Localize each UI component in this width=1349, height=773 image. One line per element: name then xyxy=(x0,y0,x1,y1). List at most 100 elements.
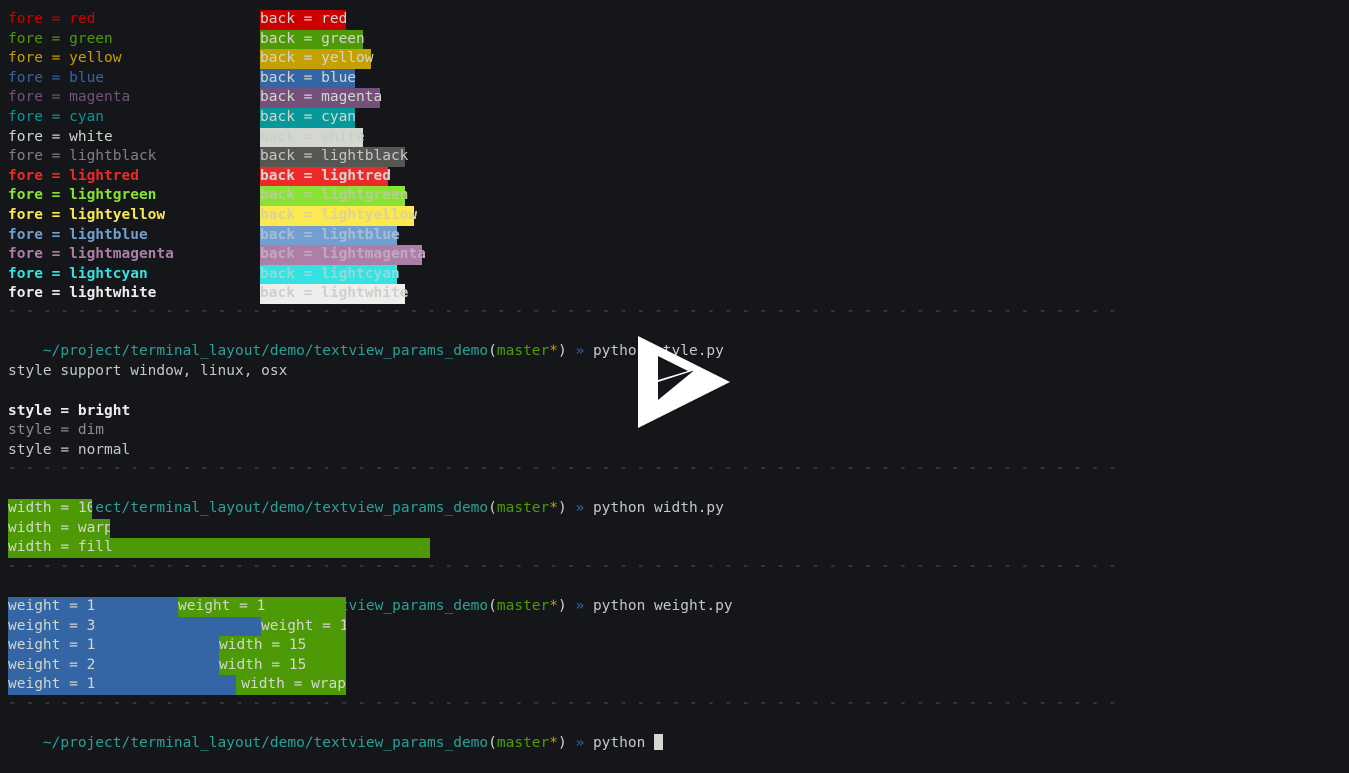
prompt-paren-close: ) xyxy=(558,499,567,516)
back-color-label: back = blue xyxy=(260,68,356,89)
prompt-paren-close: ) xyxy=(558,597,567,614)
weight-demo-right-block: width = 15 xyxy=(219,655,346,676)
prompt-dirty-marker: * xyxy=(549,734,558,751)
prompt-paren-open: ( xyxy=(488,597,497,614)
separator-line-2: - - - - - - - - - - - - - - - - - - - - … xyxy=(8,460,1117,476)
prompt-arrow: » xyxy=(575,597,585,614)
prompt-branch: master xyxy=(496,499,550,516)
prompt-dirty-marker: * xyxy=(549,597,558,614)
prompt-path: ~/project/terminal_layout/demo/textview_… xyxy=(42,499,489,516)
prompt-line-current[interactable]: ~/project/terminal_layout/demo/textview_… xyxy=(8,714,664,751)
back-color-label: back = white xyxy=(260,127,365,148)
style-item-dim: style = dim xyxy=(8,422,105,438)
fore-color-label: fore = lightcyan xyxy=(8,265,148,282)
prompt-arrow: » xyxy=(575,499,585,516)
style-support-line: style support window, linux, osx xyxy=(8,363,288,379)
weight-demo-left-block: weight = 3 xyxy=(8,616,261,637)
color-table-row: fore = cyan back = cyan xyxy=(8,107,1348,128)
back-color-label: back = lightred xyxy=(260,166,391,187)
back-color-label: back = green xyxy=(260,29,365,50)
color-table-row: fore = lightwhite back = lightwhite xyxy=(8,284,1348,304)
prompt-arrow: » xyxy=(575,342,585,359)
prompt-paren-open: ( xyxy=(488,342,497,359)
prompt-path: ~/project/terminal_layout/demo/textview_… xyxy=(42,734,489,751)
fore-color-label: fore = lightwhite xyxy=(8,285,157,302)
separator-line-4: - - - - - - - - - - - - - - - - - - - - … xyxy=(8,695,1117,711)
fore-color-label: fore = lightmagenta xyxy=(8,246,174,263)
prompt-paren-open: ( xyxy=(488,499,497,516)
fore-color-label: fore = yellow xyxy=(8,50,122,67)
back-color-label: back = lightcyan xyxy=(260,264,400,285)
prompt-branch: master xyxy=(496,342,550,359)
weight-demo-right-block: weight = 1 xyxy=(178,597,346,617)
prompt-line-width[interactable]: ~/project/terminal_layout/demo/textview_… xyxy=(8,479,724,516)
fore-color-label: fore = blue xyxy=(8,69,105,86)
separator-line-1: - - - - - - - - - - - - - - - - - - - - … xyxy=(8,303,1117,319)
color-table-row: fore = lightred back = lightred xyxy=(8,166,1348,187)
width-demo-block: width = 10 xyxy=(8,499,92,519)
back-color-label: back = lightmagenta xyxy=(260,245,426,265)
color-table-row: fore = lightyellow back = lightyellow xyxy=(8,205,1348,226)
play-icon[interactable] xyxy=(636,334,732,430)
color-table-row: fore = yellow back = yellow xyxy=(8,49,1348,69)
prompt-dirty-marker: * xyxy=(549,342,558,359)
back-color-label: back = lightblack xyxy=(260,147,408,167)
style-item-bright: style = bright xyxy=(8,403,131,419)
command-weight: python weight.py xyxy=(592,597,733,614)
color-table-row: fore = lightcyan back = lightcyan xyxy=(8,264,1348,285)
play-button[interactable] xyxy=(636,334,732,430)
command-width: python width.py xyxy=(592,499,724,516)
prompt-paren-close: ) xyxy=(558,342,567,359)
back-color-label: back = red xyxy=(260,10,347,30)
prompt-line-style[interactable]: ~/project/terminal_layout/demo/textview_… xyxy=(8,322,724,359)
text-cursor[interactable] xyxy=(654,733,664,750)
fore-color-label: fore = lightred xyxy=(8,167,139,184)
fore-color-label: fore = cyan xyxy=(8,108,105,125)
weight-demo-left-block: weight = 1 xyxy=(8,675,236,695)
back-color-label: back = yellow xyxy=(260,49,374,69)
back-color-label: back = lightyellow xyxy=(260,205,417,226)
prompt-branch: master xyxy=(496,734,550,751)
color-table-row: fore = red back = red xyxy=(8,10,1348,30)
weight-demo-left-block: weight = 2 xyxy=(8,655,219,676)
back-color-label: back = lightblue xyxy=(260,225,400,246)
color-table-row: fore = lightgreen back = lightgreen xyxy=(8,186,1348,206)
fore-color-label: fore = red xyxy=(8,11,96,27)
command-current: python xyxy=(592,734,655,751)
weight-demo-right-block: width = wrap xyxy=(236,675,346,695)
prompt-dirty-marker: * xyxy=(549,499,558,516)
color-table-row: fore = lightmagenta back = lightmagenta xyxy=(8,245,1348,265)
back-color-label: back = magenta xyxy=(260,88,382,108)
fore-color-label: fore = green xyxy=(8,30,113,47)
style-item-normal: style = normal xyxy=(8,442,131,458)
back-color-label: back = lightgreen xyxy=(260,186,408,206)
fore-color-label: fore = white xyxy=(8,128,113,145)
color-table-row: fore = white back = white xyxy=(8,127,1348,148)
prompt-branch: master xyxy=(496,597,550,614)
color-table-row: fore = lightblue back = lightblue xyxy=(8,225,1348,246)
prompt-path: ~/project/terminal_layout/demo/textview_… xyxy=(42,342,489,359)
prompt-paren-open: ( xyxy=(488,734,497,751)
color-table-row: fore = blue back = blue xyxy=(8,68,1348,89)
weight-demo-right-block: width = 15 xyxy=(219,636,346,656)
back-color-label: back = lightwhite xyxy=(260,284,408,304)
color-table-row: fore = magenta back = magenta xyxy=(8,88,1348,108)
color-table-row: fore = lightblack back = lightblack xyxy=(8,147,1348,167)
weight-demo-left-block: weight = 1 xyxy=(8,636,219,656)
width-demo-block: width = warp xyxy=(8,518,110,539)
terminal-window: fore = red back = red fore = green back = g… xyxy=(0,0,1349,751)
fore-color-label: fore = lightblue xyxy=(8,226,148,243)
prompt-line-weight[interactable]: ~/project/terminal_layout/demo/textview_… xyxy=(8,577,733,614)
width-demo-block: width = fill xyxy=(8,538,430,558)
color-demo-table: fore = red back = red fore = green back = g… xyxy=(8,10,1348,304)
prompt-arrow: » xyxy=(575,734,585,751)
fore-color-label: fore = lightblack xyxy=(8,148,157,165)
weight-demo-right-block: weight = 1 xyxy=(261,616,346,637)
fore-color-label: fore = magenta xyxy=(8,89,131,106)
separator-line-3: - - - - - - - - - - - - - - - - - - - - … xyxy=(8,558,1117,574)
prompt-paren-close: ) xyxy=(558,734,567,751)
fore-color-label: fore = lightgreen xyxy=(8,187,157,204)
color-table-row: fore = green back = green xyxy=(8,29,1348,50)
back-color-label: back = cyan xyxy=(260,107,356,128)
weight-demo-left-block: weight = 1 xyxy=(8,597,178,617)
